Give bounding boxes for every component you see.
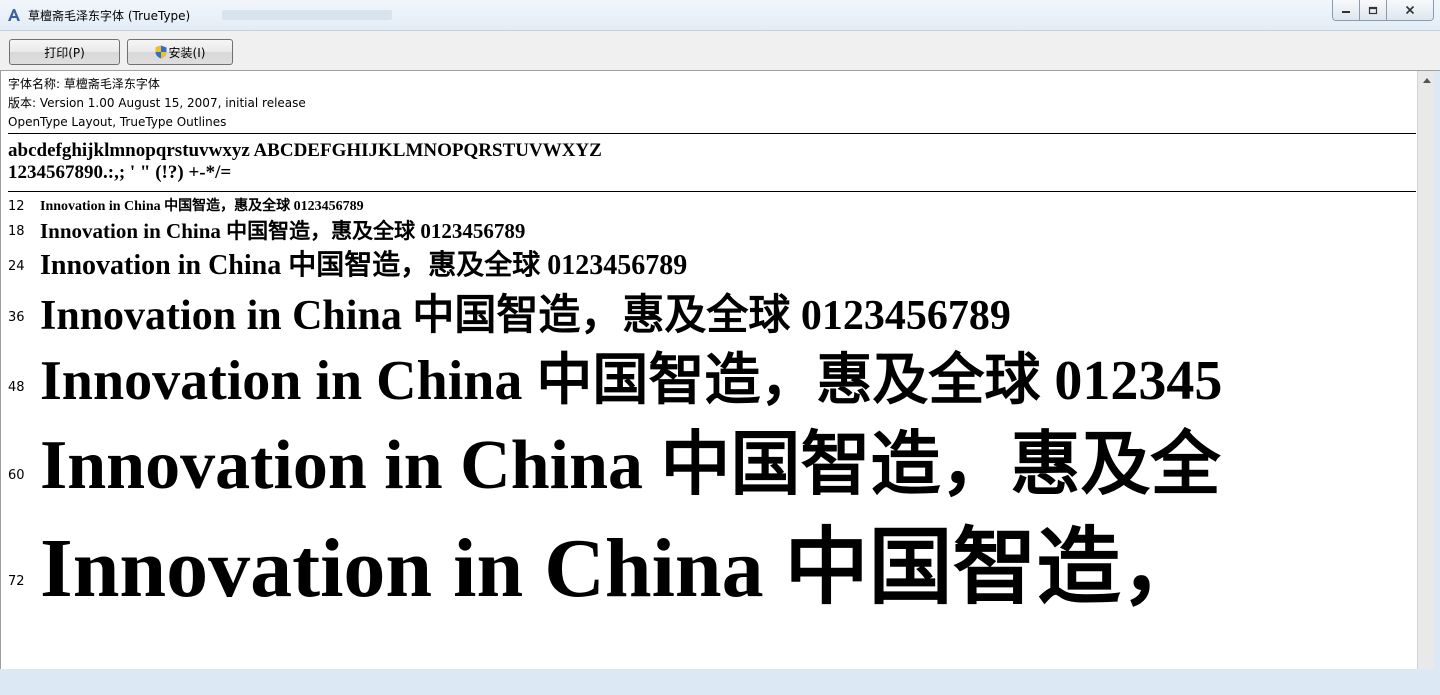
title-bar: 草檀斋毛泽东字体 (TrueType) xyxy=(0,0,1440,30)
uac-shield-icon xyxy=(155,45,167,59)
restore-button[interactable] xyxy=(1360,0,1387,20)
size-label: 18 xyxy=(8,224,25,239)
window-frame xyxy=(1434,71,1440,695)
close-button[interactable] xyxy=(1387,0,1433,20)
size-label: 48 xyxy=(8,380,25,395)
install-button[interactable]: 安装(I) xyxy=(127,39,233,65)
character-set: abcdefghijklmnopqrstuvwxyz ABCDEFGHIJKLM… xyxy=(8,140,602,184)
title-background-ghost xyxy=(222,10,392,20)
install-button-label: 安装(I) xyxy=(168,45,206,60)
version-line: 版本: Version 1.00 August 15, 2007, initia… xyxy=(8,96,306,110)
caption-buttons xyxy=(1332,0,1434,21)
font-info: 字体名称: 草檀斋毛泽东字体 版本: Version 1.00 August 1… xyxy=(8,75,306,132)
size-label: 24 xyxy=(8,259,25,274)
sample-text-12: Innovation in China 中国智造，惠及全球 0123456789 xyxy=(40,199,364,214)
size-label: 36 xyxy=(8,310,25,325)
window-frame xyxy=(0,669,1434,695)
sample-text-18: Innovation in China 中国智造，惠及全球 0123456789 xyxy=(40,219,526,243)
size-label: 60 xyxy=(8,468,25,483)
divider xyxy=(8,133,1416,134)
size-label: 72 xyxy=(8,574,25,589)
sample-text-24: Innovation in China 中国智造，惠及全球 0123456789 xyxy=(40,250,688,281)
sample-text-48: Innovation in China 中国智造，惠及全球 012345 xyxy=(40,350,1223,412)
sample-text-72: Innovation in China 中国智造， xyxy=(40,522,1205,615)
close-icon xyxy=(1405,5,1415,15)
sample-text-60: Innovation in China 中国智造，惠及全 xyxy=(40,427,1221,504)
format-line: OpenType Layout, TrueType Outlines xyxy=(8,115,227,129)
scroll-up-button[interactable] xyxy=(1418,71,1435,88)
minimize-icon xyxy=(1342,11,1350,13)
restore-icon xyxy=(1368,6,1378,15)
font-file-icon xyxy=(8,9,20,21)
print-button[interactable]: 打印(P) xyxy=(9,39,120,65)
print-button-label: 打印(P) xyxy=(44,45,85,60)
window-title: 草檀斋毛泽东字体 (TrueType) xyxy=(28,9,191,23)
arrow-up-icon xyxy=(1422,77,1431,83)
sample-text-36: Innovation in China 中国智造，惠及全球 0123456789 xyxy=(40,293,1011,339)
minimize-button[interactable] xyxy=(1333,0,1360,20)
toolbar: 打印(P) 安装(I) xyxy=(0,30,1440,71)
font-viewer-window: 草檀斋毛泽东字体 (TrueType) 打印(P) 安装(I) 字体名称: 草檀… xyxy=(0,0,1440,695)
charset-digits-symbols: 1234567890.:,; ' " (!?) +-*/= xyxy=(8,162,232,183)
size-label: 12 xyxy=(8,199,25,214)
charset-letters: abcdefghijklmnopqrstuvwxyz ABCDEFGHIJKLM… xyxy=(8,140,602,161)
vertical-scrollbar[interactable] xyxy=(1417,71,1434,669)
divider xyxy=(8,191,1416,192)
font-preview-area: 字体名称: 草檀斋毛泽东字体 版本: Version 1.00 August 1… xyxy=(0,71,1417,669)
font-name-line: 字体名称: 草檀斋毛泽东字体 xyxy=(8,77,160,91)
